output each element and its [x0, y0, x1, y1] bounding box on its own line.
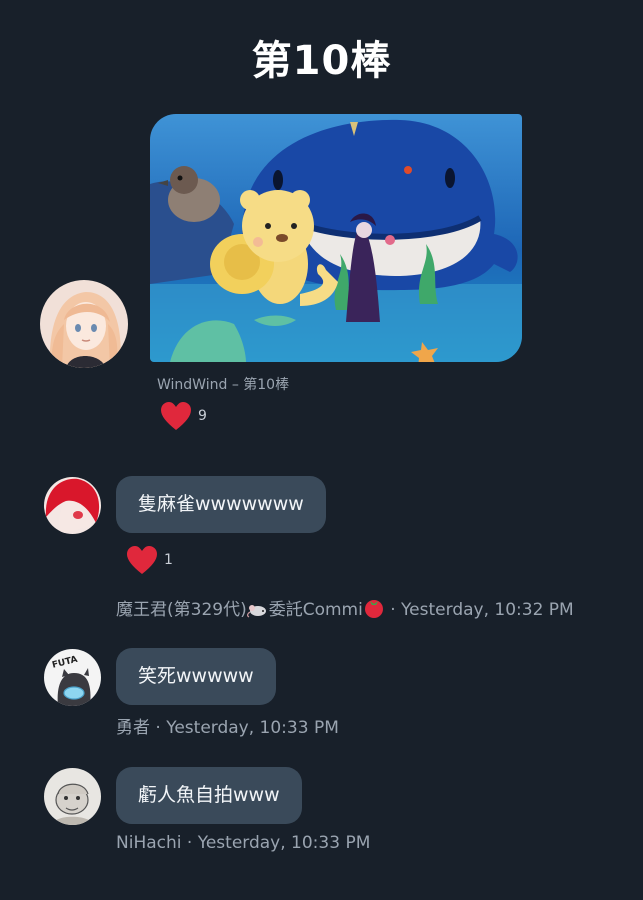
comment-reaction[interactable]: 1 [126, 545, 173, 575]
post-reaction[interactable]: 9 [160, 401, 207, 431]
commenter-avatar[interactable] [44, 768, 101, 825]
commenter-avatar[interactable]: FUTA [44, 649, 101, 706]
mouse-icon [246, 600, 269, 623]
comment-timestamp: · Yesterday, 10:33 PM [181, 833, 371, 853]
comment-bubble: 笑死wwwww [116, 648, 276, 705]
heart-icon[interactable] [126, 545, 158, 575]
page-title: 第10棒 [251, 38, 392, 84]
comment-author[interactable]: 勇者 [116, 718, 150, 738]
comment-meta: 魔王君(第329代) 委託Commi · Yesterday, 10:32 PM [116, 595, 574, 623]
reaction-count: 1 [164, 552, 173, 568]
post-author-avatar[interactable] [40, 280, 128, 368]
commenter-avatar[interactable] [44, 477, 101, 534]
comment-timestamp: · Yesterday, 10:33 PM [150, 718, 339, 738]
comment-author[interactable]: 魔王君(第329代) [116, 600, 247, 620]
comment-bubble: 隻麻雀wwwwwww [116, 476, 326, 533]
comment-timestamp: · Yesterday, 10:32 PM [384, 600, 574, 620]
comment-author[interactable]: NiHachi [116, 833, 182, 853]
comment-meta: 勇者 · Yesterday, 10:33 PM [116, 713, 339, 738]
comment-meta: NiHachi · Yesterday, 10:33 PM [116, 833, 370, 853]
tomato-icon [363, 598, 385, 623]
heart-icon[interactable] [160, 401, 192, 431]
reaction-count: 9 [198, 408, 207, 424]
comment-author-suffix: 委託Commi [268, 600, 363, 620]
post-image[interactable] [150, 114, 522, 362]
comment-bubble: 虧人魚自拍www [116, 767, 302, 824]
post-caption: WindWind – 第10棒 [157, 377, 290, 393]
